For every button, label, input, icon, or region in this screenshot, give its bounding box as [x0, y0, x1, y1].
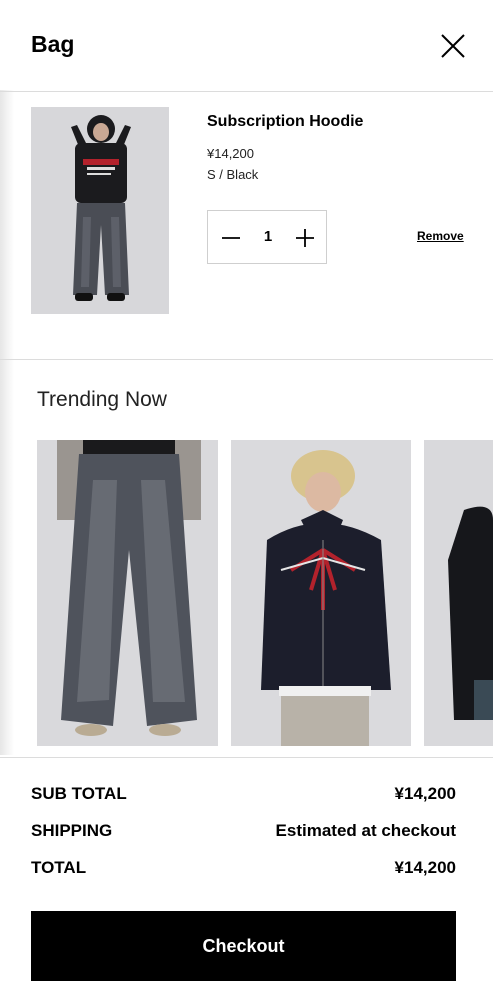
- shipping-label: SHIPPING: [31, 821, 113, 840]
- quantity-value: 1: [263, 228, 273, 245]
- trending-title: Trending Now: [37, 388, 167, 411]
- shipping-value: Estimated at checkout: [275, 821, 456, 840]
- plus-icon[interactable]: [294, 227, 316, 249]
- trending-product-card[interactable]: [231, 440, 411, 746]
- trending-product-card[interactable]: [37, 440, 218, 746]
- order-summary: SUB TOTAL ¥14,200 SHIPPING Estimated at …: [0, 757, 493, 999]
- bag-title: Bag: [31, 31, 75, 57]
- bag-header: Bag: [0, 0, 493, 92]
- product-variant: S / Black: [207, 167, 259, 182]
- product-price: ¥14,200: [207, 146, 254, 161]
- checkout-button[interactable]: Checkout: [31, 911, 456, 981]
- total-label: TOTAL: [31, 858, 87, 877]
- subtotal-row: SUB TOTAL ¥14,200: [31, 784, 456, 808]
- trending-product-card[interactable]: [424, 440, 493, 746]
- cart-item: Subscription Hoodie ¥14,200 S / Black 1 …: [0, 92, 493, 360]
- product-name[interactable]: Subscription Hoodie: [207, 113, 363, 131]
- quantity-stepper: 1: [207, 210, 327, 264]
- close-icon[interactable]: [440, 33, 466, 59]
- subtotal-value: ¥14,200: [394, 784, 456, 803]
- minus-icon[interactable]: [220, 227, 242, 249]
- total-value: ¥14,200: [394, 858, 456, 877]
- subtotal-label: SUB TOTAL: [31, 784, 127, 803]
- shipping-row: SHIPPING Estimated at checkout: [31, 821, 456, 845]
- total-row: TOTAL ¥14,200: [31, 858, 456, 882]
- remove-link[interactable]: Remove: [417, 229, 464, 243]
- product-image[interactable]: [31, 107, 169, 314]
